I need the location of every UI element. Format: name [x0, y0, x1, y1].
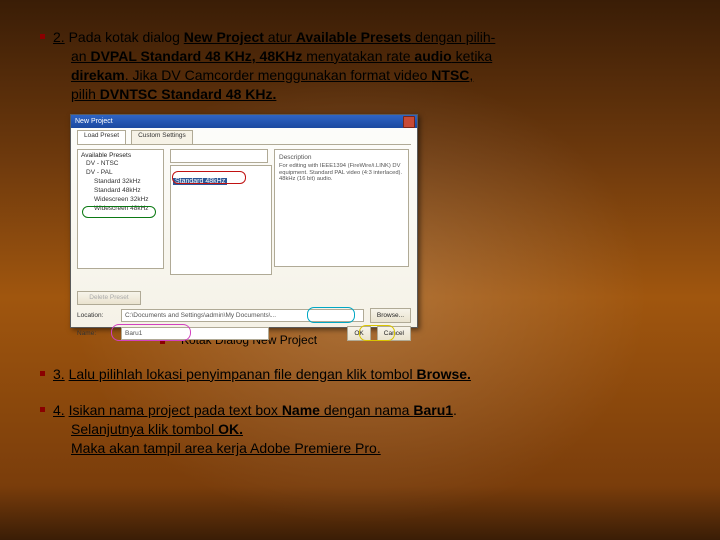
step2-line4: pilih DVNTSC Standard 48 KHz.	[71, 86, 276, 102]
t: OK.	[218, 421, 243, 437]
location-row: Location: C:\Documents and Settings\admi…	[77, 308, 411, 323]
preset-list[interactable]: Standard 48kHz	[170, 165, 272, 275]
description-box: Description For editing with IEEE1394 (F…	[274, 149, 409, 267]
step2: 2. Pada kotak dialog New Project atur Av…	[40, 28, 680, 104]
t: NTSC	[431, 67, 469, 83]
t: .	[453, 402, 457, 418]
t: ketika	[452, 48, 492, 64]
tree-item[interactable]: DV - NTSC	[78, 159, 163, 168]
t: Selanjutnya klik tombol	[71, 421, 218, 437]
step4-num: 4.	[53, 402, 65, 418]
t: 48KHz	[256, 48, 303, 64]
t: Isikan nama project pada text box	[69, 402, 282, 418]
step2-text: 2. Pada kotak dialog New Project atur Av…	[53, 28, 495, 104]
preset-name-box	[170, 149, 268, 163]
highlight-pink-icon	[111, 324, 191, 341]
bullet-icon	[40, 407, 45, 412]
description-body: For editing with IEEE1394 (FireWire/i.LI…	[279, 163, 404, 184]
dialog-panel: Available Presets DV - NTSC DV - PAL Sta…	[77, 144, 411, 287]
t: Browse.	[416, 366, 470, 382]
t: menyatakan rate	[302, 48, 414, 64]
t: DVNTSC Standard 48 KHz.	[100, 86, 277, 102]
highlight-red-icon	[172, 171, 246, 184]
t: pilih	[71, 86, 100, 102]
name-label: Name:	[77, 330, 115, 337]
t: audio	[414, 48, 451, 64]
dialog-tabs: Load Preset Custom Settings	[71, 128, 417, 144]
available-presets-header: Available Presets	[78, 150, 163, 159]
step2-line2: an DVPAL Standard 48 KHz, 48KHz menyatak…	[71, 48, 492, 64]
preset-middle-col: Standard 48kHz	[170, 149, 268, 287]
step2-num: 2.	[53, 29, 65, 45]
step3-num: 3.	[53, 366, 65, 382]
step4-text: 4. Isikan nama project pada text box Nam…	[53, 401, 457, 458]
t: an	[71, 48, 90, 64]
t: . Jika DV Camcorder menggunakan format v…	[125, 67, 432, 83]
bullet-icon	[40, 34, 45, 39]
step3-text: 3. Lalu pilihlah lokasi penyimpanan file…	[53, 365, 471, 384]
dialog-titlebar: New Project	[71, 115, 417, 128]
highlight-yellow-icon	[359, 325, 395, 341]
step4-line2: Selanjutnya klik tombol OK.	[71, 421, 243, 437]
step3: 3. Lalu pilihlah lokasi penyimpanan file…	[40, 365, 680, 384]
browse-button[interactable]: Browse...	[370, 308, 411, 323]
tab-load-preset[interactable]: Load Preset	[77, 130, 126, 144]
t: dengan nama	[320, 402, 413, 418]
delete-preset-button[interactable]: Delete Preset	[77, 291, 141, 305]
t: atur	[264, 29, 296, 45]
t: Available Presets	[296, 29, 411, 45]
slide-content: 2. Pada kotak dialog New Project atur Av…	[0, 0, 720, 458]
tree-item[interactable]: DV - PAL	[78, 168, 163, 177]
step2-line3: direkam. Jika DV Camcorder menggunakan f…	[71, 67, 473, 83]
step4-line3: Maka akan tampil area kerja Adobe Premie…	[71, 440, 381, 456]
t: DVPAL Standard 48 KHz,	[90, 48, 255, 64]
tab-custom-settings[interactable]: Custom Settings	[131, 130, 193, 144]
t: Baru1	[413, 402, 453, 418]
close-icon[interactable]	[403, 116, 415, 128]
t: Lalu pilihlah lokasi penyimpanan file de…	[69, 366, 417, 382]
highlight-cyan-icon	[307, 307, 355, 323]
t: New Project	[184, 29, 264, 45]
location-label: Location:	[77, 312, 115, 319]
highlight-green-icon	[82, 206, 156, 218]
screenshot-new-project-dialog: New Project Load Preset Custom Settings …	[70, 114, 418, 328]
tree-subitem[interactable]: Standard 32kHz	[78, 177, 163, 186]
available-presets-tree[interactable]: Available Presets DV - NTSC DV - PAL Sta…	[77, 149, 164, 269]
t: Name	[282, 402, 320, 418]
t: dengan pilih-	[411, 29, 495, 45]
description-header: Description	[279, 154, 404, 161]
t: direkam	[71, 67, 125, 83]
tree-subitem[interactable]: Widescreen 32kHz	[78, 195, 163, 204]
name-row: Name: Baru1 OK Cancel	[77, 326, 411, 341]
t: ,	[469, 67, 473, 83]
bullet-icon	[40, 371, 45, 376]
dialog-title: New Project	[75, 118, 113, 125]
t: Pada kotak dialog	[69, 29, 184, 45]
tree-subitem[interactable]: Standard 48kHz	[78, 186, 163, 195]
step4: 4. Isikan nama project pada text box Nam…	[40, 401, 680, 458]
